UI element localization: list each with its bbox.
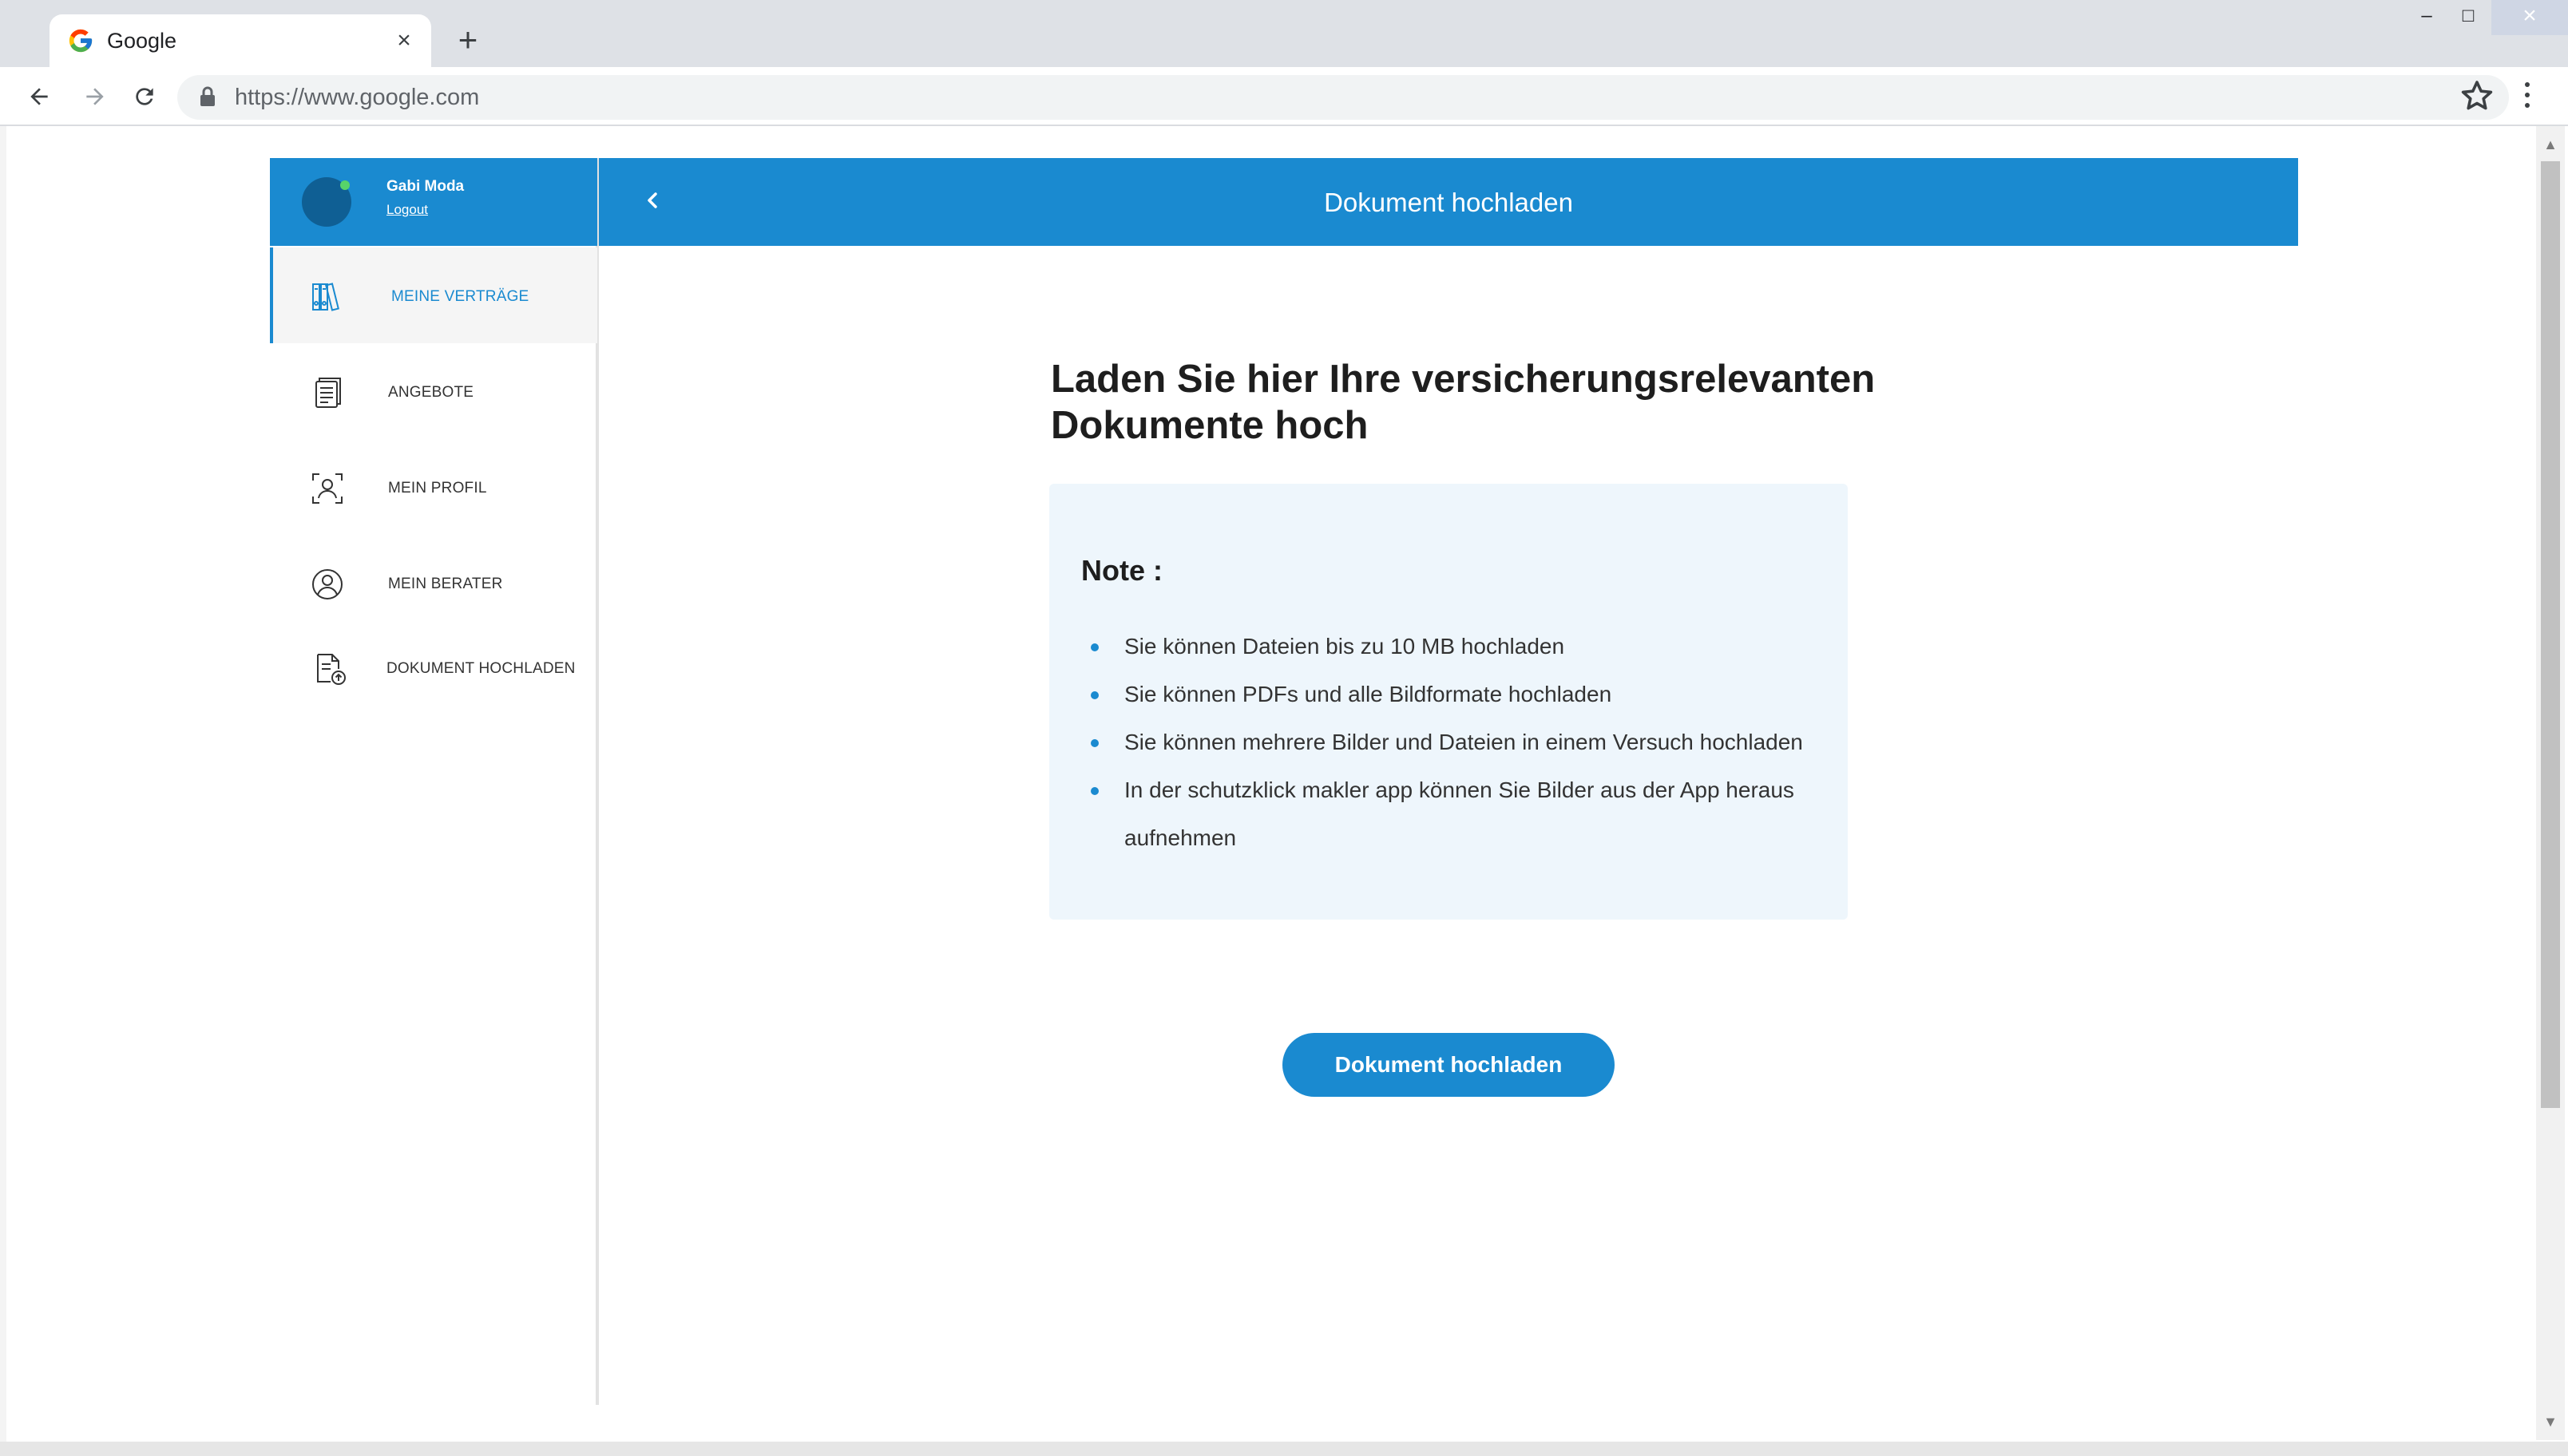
close-window-button[interactable]: × xyxy=(2491,0,2568,35)
sidebar-item-label: MEIN BERATER xyxy=(388,576,503,592)
sidebar-item-label: MEINE VERTRÄGE xyxy=(391,288,529,305)
browser-tabstrip: Google × + – □ × xyxy=(0,0,2568,67)
close-tab-icon[interactable]: × xyxy=(388,25,420,57)
window-left-edge xyxy=(0,126,6,1442)
page-header: Dokument hochladen xyxy=(599,158,2298,246)
online-status-dot xyxy=(340,180,350,190)
address-bar[interactable]: https://www.google.com xyxy=(177,75,2509,120)
scrollbar-thumb[interactable] xyxy=(2541,161,2560,1108)
new-tab-button[interactable]: + xyxy=(452,23,484,57)
browser-toolbar: https://www.google.com xyxy=(0,67,2568,126)
sidebar-item-angebote[interactable]: ANGEBOTE xyxy=(270,343,597,439)
bookmark-star-icon[interactable] xyxy=(2458,77,2496,115)
upload-document-button[interactable]: Dokument hochladen xyxy=(1282,1033,1615,1097)
profile-name: Gabi Moda xyxy=(386,178,465,195)
note-item: Sie können PDFs und alle Bildformate hoc… xyxy=(1091,671,1809,718)
note-item: Sie können Dateien bis zu 10 MB hochlade… xyxy=(1091,623,1809,671)
note-item: In der schutzklick makler app können Sie… xyxy=(1091,766,1809,862)
profile-scan-icon xyxy=(312,473,343,504)
note-title: Note : xyxy=(1081,554,1163,587)
reload-icon[interactable] xyxy=(125,77,164,117)
sidebar-item-mein-berater[interactable]: MEIN BERATER xyxy=(270,535,597,631)
sidebar-item-meine-vertraege[interactable]: MEINE VERTRÄGE xyxy=(270,247,597,343)
profile-header: Gabi Moda Logout xyxy=(270,158,597,246)
vertical-scrollbar[interactable]: ▲ ▼ xyxy=(2536,126,2565,1440)
scroll-down-arrow-icon[interactable]: ▼ xyxy=(2536,1410,2565,1434)
back-arrow-icon[interactable] xyxy=(19,77,59,117)
scroll-up-arrow-icon[interactable]: ▲ xyxy=(2536,133,2565,156)
sidebar: Gabi Moda Logout MEINE VERTRÄGE ANGEBOTE xyxy=(270,158,599,1405)
browser-tab[interactable]: Google × xyxy=(50,14,431,67)
tab-title: Google xyxy=(107,29,177,53)
document-upload-icon xyxy=(317,654,346,685)
document-list-icon xyxy=(315,378,341,408)
note-item: Sie können mehrere Bilder und Dateien in… xyxy=(1091,718,1809,766)
page-title: Dokument hochladen xyxy=(1324,188,1573,217)
lock-icon xyxy=(200,86,215,106)
sidebar-item-mein-profil[interactable]: MEIN PROFIL xyxy=(270,439,597,535)
forward-arrow-icon[interactable] xyxy=(75,77,115,117)
url-text: https://www.google.com xyxy=(235,85,480,110)
kebab-menu-icon[interactable] xyxy=(2515,77,2539,117)
sidebar-item-label: ANGEBOTE xyxy=(388,384,474,401)
google-favicon-icon xyxy=(69,29,93,53)
advisor-icon xyxy=(312,569,343,599)
sidebar-item-label: MEIN PROFIL xyxy=(388,480,487,497)
sidebar-item-label: DOKUMENT HOCHLADEN xyxy=(386,660,576,677)
sidebar-item-dokument-hochladen[interactable]: DOKUMENT HOCHLADEN xyxy=(270,619,597,715)
note-list: Sie können Dateien bis zu 10 MB hochlade… xyxy=(1091,623,1809,862)
note-box: Note : Sie können Dateien bis zu 10 MB h… xyxy=(1049,484,1848,920)
logout-link[interactable]: Logout xyxy=(386,201,428,219)
window-bottom-edge xyxy=(0,1442,2568,1456)
maximize-window-button[interactable]: □ xyxy=(2442,0,2495,35)
upload-headline: Laden Sie hier Ihre versicherungsrelevan… xyxy=(1051,358,1876,447)
binders-icon xyxy=(312,283,339,311)
